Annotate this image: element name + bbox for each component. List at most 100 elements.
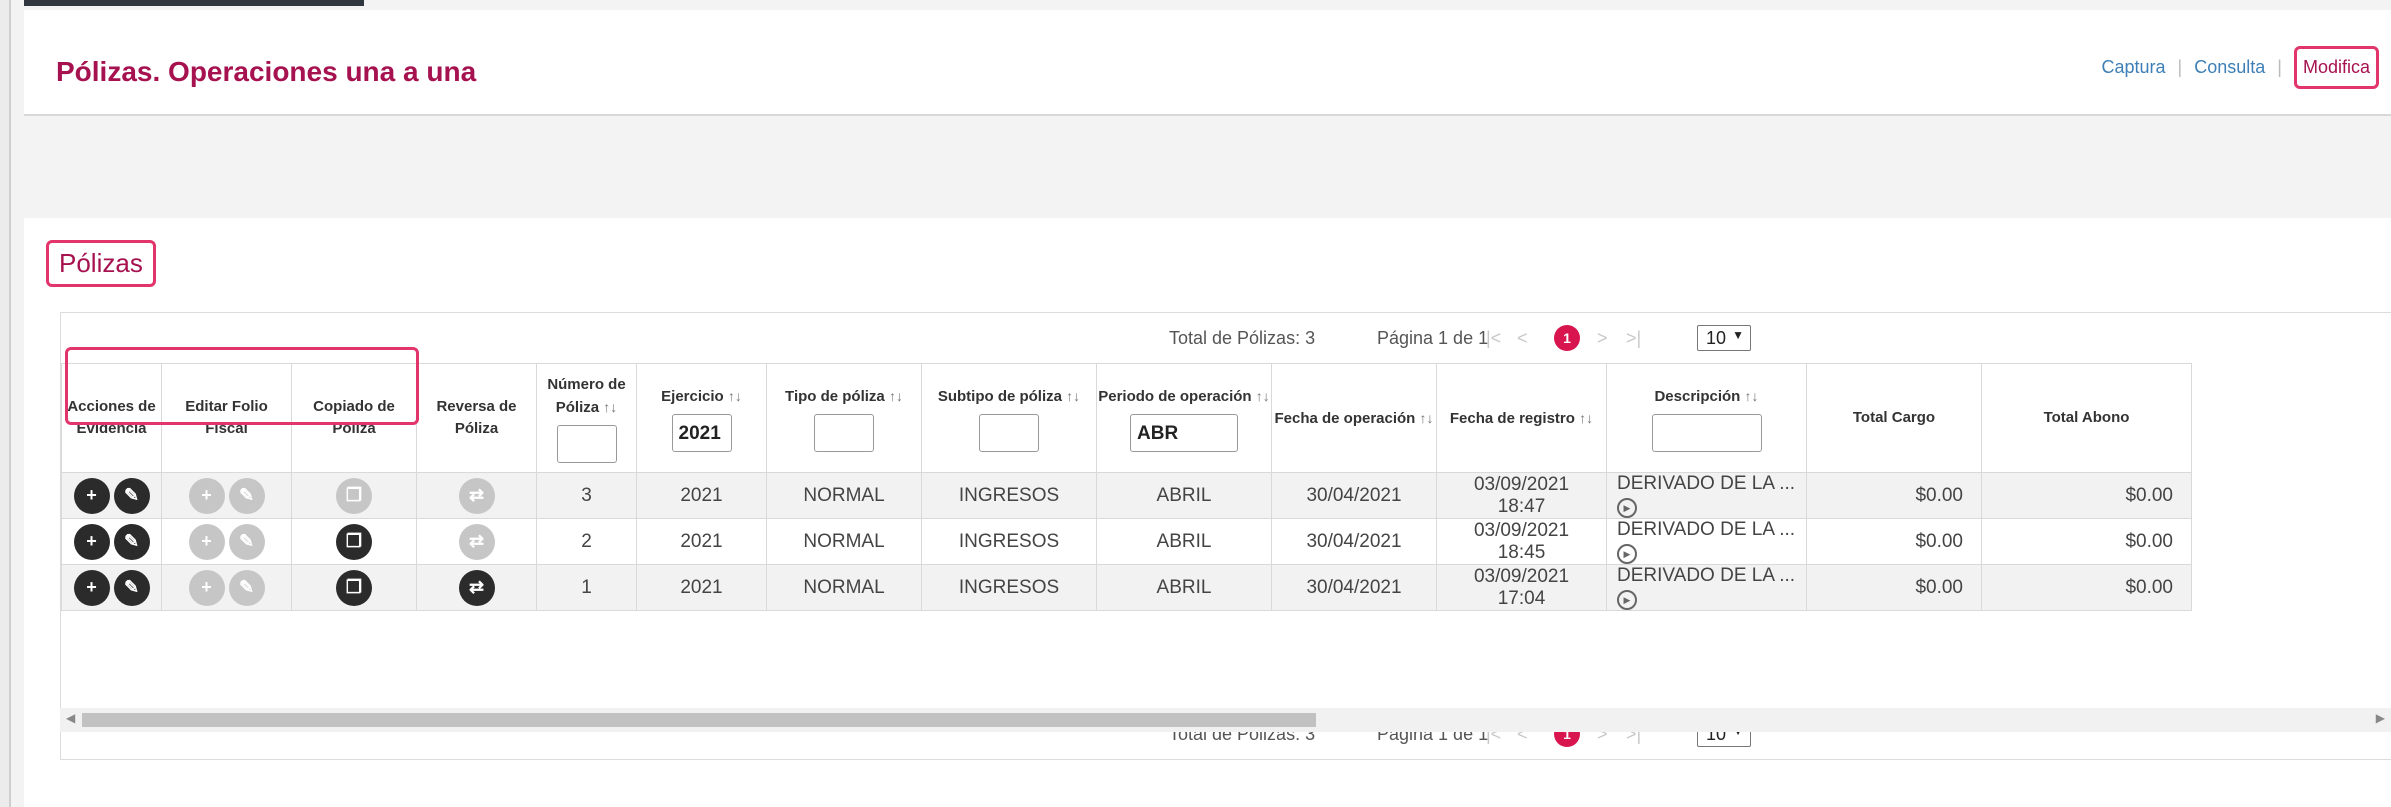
prev-page-button[interactable]: < bbox=[1517, 328, 1528, 349]
col-subtipo-label: Subtipo de póliza bbox=[937, 387, 1062, 405]
sort-icon[interactable]: ↑↓ bbox=[1066, 388, 1080, 404]
col-fecha-operacion-label: Fecha de operación bbox=[1274, 409, 1416, 427]
sort-icon[interactable]: ↑↓ bbox=[1745, 388, 1759, 404]
header-row: Acciones de Evidencia Editar Folio Fisca… bbox=[61, 363, 2192, 473]
edit-folio-cell: + ✎ bbox=[161, 518, 292, 565]
numero-cell: 3 bbox=[536, 472, 637, 519]
evidence-actions-cell: + ✎ bbox=[61, 472, 162, 519]
page-size-value: 10 bbox=[1706, 327, 1727, 348]
col-periodo[interactable]: Periodo de operación ↑↓ ABR bbox=[1096, 363, 1272, 473]
add-document-icon[interactable]: + bbox=[73, 477, 110, 514]
evidence-actions-cell: + ✎ bbox=[61, 564, 162, 611]
nav-separator: | bbox=[2177, 57, 2183, 77]
fecha-operacion-cell: 30/04/2021 bbox=[1271, 472, 1437, 519]
fecha-registro-date: 03/09/2021 bbox=[1473, 519, 1570, 541]
scrollbar-thumb[interactable] bbox=[82, 713, 1316, 727]
top-strip bbox=[24, 0, 364, 6]
col-tipo[interactable]: Tipo de póliza ↑↓ bbox=[766, 363, 922, 473]
reverse-icon[interactable]: ⇄ bbox=[458, 569, 495, 606]
periodo-cell: ABRIL bbox=[1096, 472, 1272, 519]
nav-captura[interactable]: Captura bbox=[2102, 57, 2166, 78]
polizas-grid: Total de Pólizas: 3 Página 1 de 1 |< < 1… bbox=[60, 312, 2391, 760]
horizontal-scrollbar[interactable]: ◀ ▶ bbox=[60, 708, 2391, 732]
col-fecha-operacion[interactable]: Fecha de operación ↑↓ bbox=[1271, 363, 1437, 473]
add-document-icon[interactable]: + bbox=[73, 569, 110, 606]
section-title: Pólizas bbox=[46, 240, 156, 287]
play-circle-icon[interactable]: ▶ bbox=[1617, 590, 1637, 610]
scroll-right-icon[interactable]: ▶ bbox=[2376, 711, 2385, 725]
col-subtipo[interactable]: Subtipo de póliza ↑↓ bbox=[921, 363, 1097, 473]
last-page-button[interactable]: >| bbox=[1626, 328, 1641, 349]
play-circle-icon[interactable]: ▶ bbox=[1617, 544, 1637, 564]
pencil-icon[interactable]: ✎ bbox=[113, 523, 150, 560]
reverse-cell: ⇄ bbox=[416, 472, 537, 519]
tipo-cell: NORMAL bbox=[766, 518, 922, 565]
add-document-icon: + bbox=[188, 569, 225, 606]
ejercicio-cell: 2021 bbox=[636, 472, 767, 519]
sort-icon[interactable]: ↑↓ bbox=[889, 388, 903, 404]
edit-folio-cell: + ✎ bbox=[161, 472, 292, 519]
periodo-filter[interactable]: ABR bbox=[1130, 413, 1238, 452]
ejercicio-filter[interactable]: 2021 bbox=[671, 413, 732, 452]
pencil-icon: ✎ bbox=[228, 569, 265, 606]
tipo-filter[interactable] bbox=[814, 413, 874, 452]
first-page-button[interactable]: |< bbox=[1486, 328, 1501, 349]
total-abono-cell: $0.00 bbox=[1981, 472, 2192, 519]
fecha-registro-time: 18:45 bbox=[1497, 541, 1546, 563]
numero-cell: 2 bbox=[536, 518, 637, 565]
periodo-cell: ABRIL bbox=[1096, 518, 1272, 565]
col-descripcion[interactable]: Descripción ↑↓ bbox=[1606, 363, 1807, 473]
add-document-icon[interactable]: + bbox=[73, 523, 110, 560]
tipo-cell: NORMAL bbox=[766, 564, 922, 611]
col-numero[interactable]: Número de Póliza ↑↓ bbox=[536, 363, 637, 473]
tipo-cell: NORMAL bbox=[766, 472, 922, 519]
next-page-button[interactable]: > bbox=[1597, 328, 1608, 349]
play-circle-icon[interactable]: ▶ bbox=[1617, 498, 1637, 518]
col-descripcion-label: Descripción bbox=[1654, 387, 1741, 405]
current-page-button[interactable]: 1 bbox=[1554, 325, 1580, 351]
pencil-icon[interactable]: ✎ bbox=[113, 477, 150, 514]
fecha-registro-time: 18:47 bbox=[1497, 495, 1546, 517]
col-fecha-registro-label: Fecha de registro bbox=[1449, 409, 1575, 427]
col-ejercicio[interactable]: Ejercicio ↑↓ 2021 bbox=[636, 363, 767, 473]
col-periodo-label: Periodo de operación bbox=[1098, 387, 1252, 405]
col-reversa: Reversa de Póliza bbox=[416, 363, 537, 473]
table-row: + ✎ + ✎ ❐ ⇄ 2 2021 NORMAL INGRESOS ABRIL 30/04/2021… bbox=[61, 518, 2192, 565]
subtipo-cell: INGRESOS bbox=[921, 518, 1097, 565]
table-row: + ✎ + ✎ ❐ ⇄ 3 2021 NORMAL INGRESOS ABRIL 30/04/2021… bbox=[61, 472, 2192, 519]
total-cargo-cell: $0.00 bbox=[1806, 564, 1982, 611]
subtipo-cell: INGRESOS bbox=[921, 564, 1097, 611]
col-tipo-label: Tipo de póliza bbox=[785, 387, 885, 405]
reverse-cell: ⇄ bbox=[416, 564, 537, 611]
fecha-registro-cell: 03/09/2021 17:04 bbox=[1436, 564, 1607, 611]
copy-icon[interactable]: ❐ bbox=[336, 523, 372, 560]
page-size-select[interactable]: 10 ▼ bbox=[1697, 325, 1751, 351]
copy-cell: ❐ bbox=[291, 518, 417, 565]
fecha-operacion-cell: 30/04/2021 bbox=[1271, 564, 1437, 611]
col-ejercicio-label: Ejercicio bbox=[661, 387, 724, 405]
total-abono-cell: $0.00 bbox=[1981, 518, 2192, 565]
nav-consulta[interactable]: Consulta bbox=[2194, 57, 2265, 78]
sort-icon[interactable]: ↑↓ bbox=[1256, 388, 1270, 404]
copy-icon[interactable]: ❐ bbox=[336, 569, 372, 606]
copy-cell: ❐ bbox=[291, 564, 417, 611]
numero-filter[interactable] bbox=[556, 424, 617, 463]
sort-icon[interactable]: ↑↓ bbox=[728, 388, 742, 404]
total-cargo-cell: $0.00 bbox=[1806, 472, 1982, 519]
sort-icon[interactable]: ↑↓ bbox=[1579, 410, 1593, 426]
subtipo-filter[interactable] bbox=[979, 413, 1039, 452]
nav-separator: | bbox=[2277, 57, 2282, 77]
sort-icon[interactable]: ↑↓ bbox=[1420, 410, 1434, 426]
total-abono-cell: $0.00 bbox=[1981, 564, 2192, 611]
pencil-icon: ✎ bbox=[228, 477, 265, 514]
descripcion-text: DERIVADO DE LA ... bbox=[1617, 519, 1796, 540]
scroll-left-icon[interactable]: ◀ bbox=[66, 711, 75, 725]
nav-modifica[interactable]: Modifica bbox=[2293, 46, 2379, 89]
descripcion-filter[interactable] bbox=[1651, 413, 1762, 452]
col-fecha-registro[interactable]: Fecha de registro ↑↓ bbox=[1436, 363, 1607, 473]
subtipo-cell: INGRESOS bbox=[921, 472, 1097, 519]
sort-icon[interactable]: ↑↓ bbox=[603, 399, 617, 415]
pencil-icon[interactable]: ✎ bbox=[113, 569, 150, 606]
reverse-icon: ⇄ bbox=[458, 523, 495, 560]
ejercicio-cell: 2021 bbox=[636, 518, 767, 565]
